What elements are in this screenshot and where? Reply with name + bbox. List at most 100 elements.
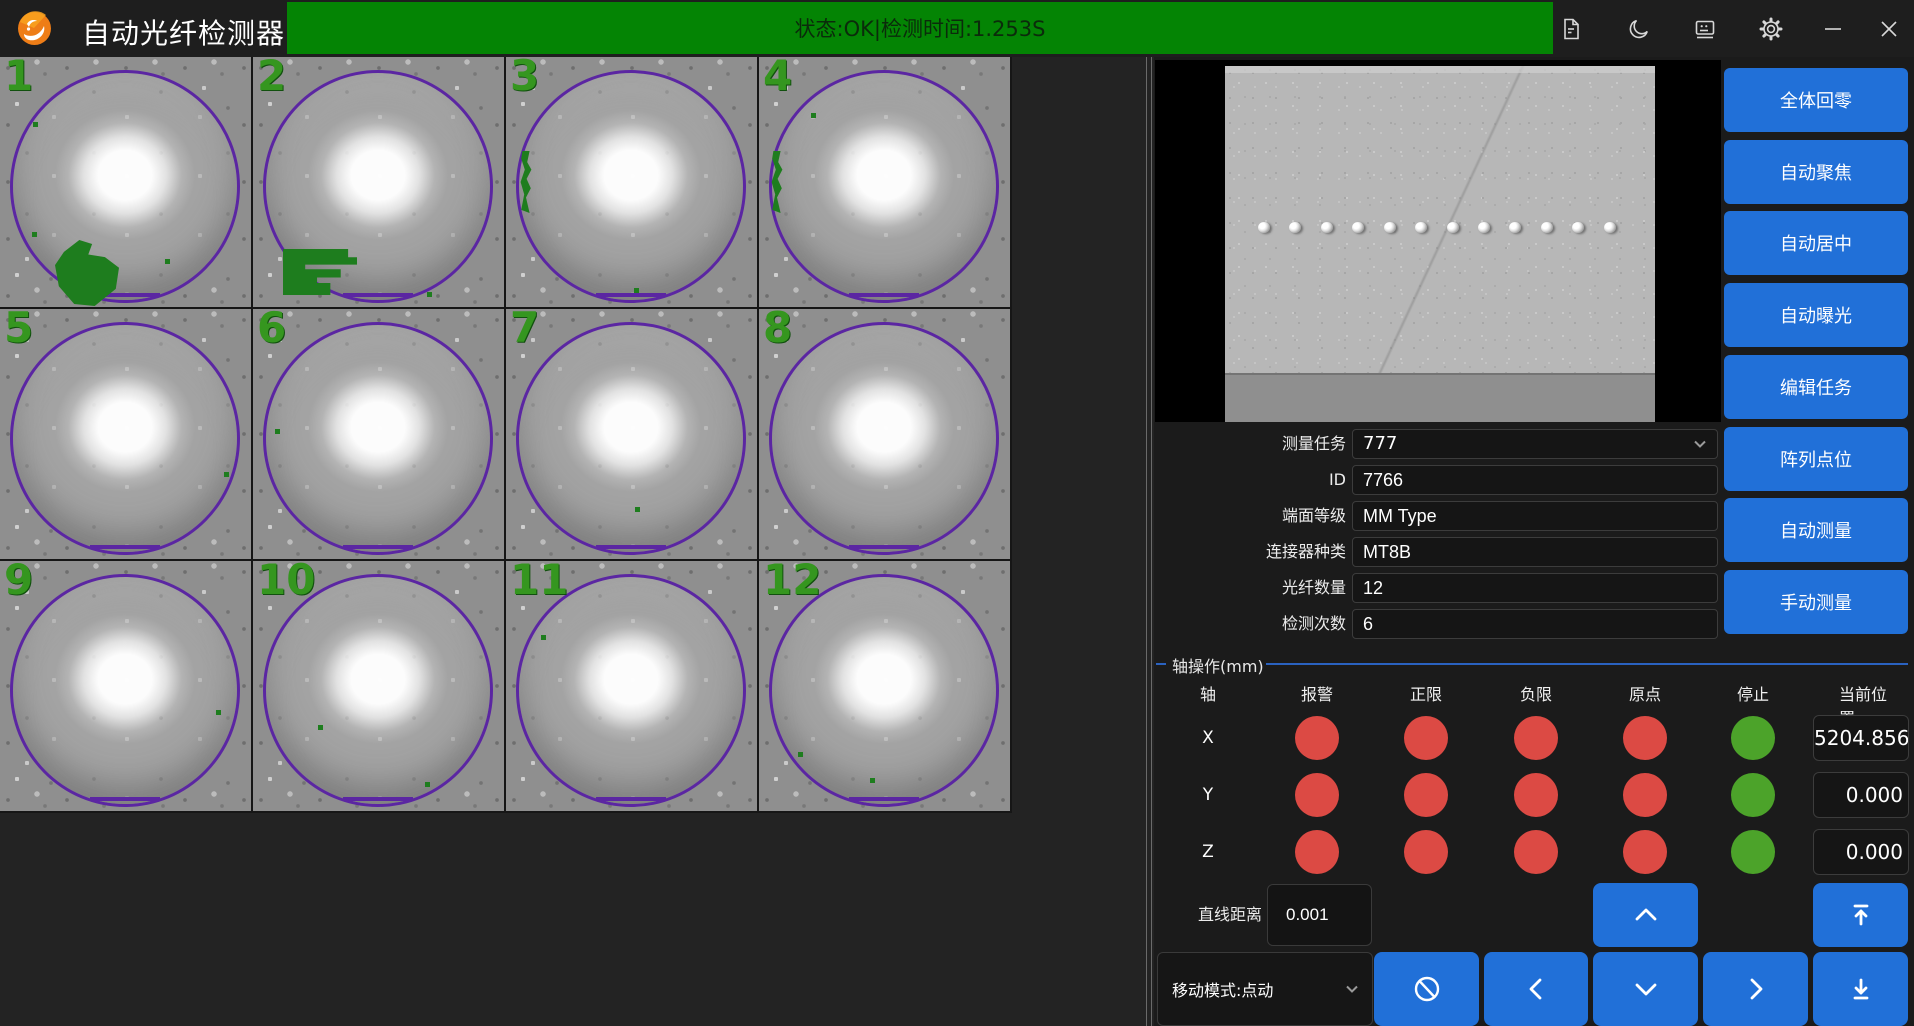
fiber-cell-8[interactable]: 8: [759, 309, 1012, 561]
fiber-cell-12[interactable]: 12: [759, 561, 1012, 813]
fiber-number: 12: [763, 561, 821, 601]
chevron-down-icon: [1632, 975, 1660, 1003]
y-pos-limit-indicator: [1404, 773, 1448, 817]
z-neg-limit-indicator: [1514, 830, 1558, 874]
fiber-cell-5[interactable]: 5: [0, 309, 253, 561]
move-mode-value: 移动模式:点动: [1172, 977, 1273, 1001]
fiber-endface-image: [516, 574, 746, 807]
app-title: 自动光纤检测器: [82, 12, 285, 52]
auto-measure-button[interactable]: 自动测量: [1724, 498, 1908, 562]
axis-group-title: 轴操作(mm): [1172, 653, 1264, 677]
x-position-field[interactable]: 5204.856: [1813, 715, 1909, 761]
z-stop-indicator: [1731, 830, 1775, 874]
chevron-up-icon: [1632, 901, 1660, 929]
fiber-hole: [1604, 222, 1616, 233]
auto-focus-button[interactable]: 自动聚焦: [1724, 140, 1908, 204]
z-origin-indicator: [1623, 830, 1667, 874]
fiber-number: 7: [510, 309, 539, 349]
title-bar: 自动光纤检测器 状态:OK|检测时间:1.253S: [0, 0, 1914, 57]
col-header-origin: 原点: [1629, 681, 1661, 705]
fiber-cell-9[interactable]: 9: [0, 561, 253, 813]
stop-move-button[interactable]: [1374, 952, 1479, 1026]
line-distance-input[interactable]: [1267, 884, 1372, 946]
manual-measure-button[interactable]: 手动测量: [1724, 570, 1908, 634]
task-label: 测量任务: [1160, 429, 1346, 459]
task-dropdown[interactable]: 777: [1352, 429, 1718, 459]
fiber-number: 1: [4, 57, 33, 97]
id-label: ID: [1160, 465, 1346, 495]
fiber-endface-image: [10, 70, 240, 303]
status-bar: 状态:OK|检测时间:1.253S: [287, 2, 1553, 54]
fiber-number: 4: [763, 57, 792, 97]
y-neg-limit-indicator: [1514, 773, 1558, 817]
panel-splitter[interactable]: [1144, 57, 1154, 1026]
jog-right-button[interactable]: [1703, 952, 1808, 1026]
fiber-hole: [1509, 222, 1521, 233]
z-position-field[interactable]: 0.000: [1813, 829, 1909, 875]
x-stop-indicator: [1731, 716, 1775, 760]
fiber-hole: [1289, 222, 1301, 233]
y-origin-indicator: [1623, 773, 1667, 817]
fiber-endface-image: [516, 70, 746, 303]
y-position-field[interactable]: 0.000: [1813, 772, 1909, 818]
jog-to-top-button[interactable]: [1813, 883, 1908, 947]
fiber-cell-10[interactable]: 10: [253, 561, 506, 813]
x-origin-indicator: [1623, 716, 1667, 760]
move-mode-dropdown[interactable]: 移动模式:点动: [1157, 952, 1373, 1026]
auto-center-button[interactable]: 自动居中: [1724, 211, 1908, 275]
fiber-endface-image: [263, 574, 493, 807]
detect-times-field[interactable]: [1352, 609, 1718, 639]
home-all-button[interactable]: 全体回零: [1724, 68, 1908, 132]
close-icon[interactable]: [1876, 16, 1902, 42]
edit-task-button[interactable]: 编辑任务: [1724, 355, 1908, 419]
fiber-endface-grid: 1 2 3 4 5 6 7 8 9: [0, 57, 1014, 813]
fiber-hole: [1447, 222, 1459, 233]
x-alarm-indicator: [1295, 716, 1339, 760]
axis-y-label: Y: [1203, 785, 1213, 805]
endface-grade-field[interactable]: [1352, 501, 1718, 531]
file-icon[interactable]: [1558, 16, 1584, 42]
fiber-cell-11[interactable]: 11: [506, 561, 759, 813]
jog-down-button[interactable]: [1593, 952, 1698, 1026]
jog-to-bottom-button[interactable]: [1813, 952, 1908, 1026]
connector-type-field[interactable]: [1352, 537, 1718, 567]
fiber-number: 5: [4, 309, 33, 349]
arrow-down-to-bar-icon: [1847, 975, 1875, 1003]
fiber-endface-image: [263, 322, 493, 555]
fiber-cell-1[interactable]: 1: [0, 57, 253, 309]
fiber-hole: [1541, 222, 1553, 233]
fiber-endface-image: [10, 322, 240, 555]
fiber-cell-3[interactable]: 3: [506, 57, 759, 309]
fiber-endface-image: [769, 574, 999, 807]
jog-left-button[interactable]: [1484, 952, 1588, 1026]
chevron-down-icon: [1344, 981, 1360, 997]
fiber-number: 11: [510, 561, 568, 601]
x-neg-limit-indicator: [1514, 716, 1558, 760]
fiber-cell-2[interactable]: 2: [253, 57, 506, 309]
fiber-number: 8: [763, 309, 792, 349]
fiber-hole: [1572, 222, 1584, 233]
arrow-up-to-bar-icon: [1847, 901, 1875, 929]
jog-up-button[interactable]: [1593, 883, 1698, 947]
id-field[interactable]: [1352, 465, 1718, 495]
fiber-endface-image: [516, 322, 746, 555]
array-points-button[interactable]: 阵列点位: [1724, 427, 1908, 491]
axis-x-label: X: [1202, 728, 1214, 748]
col-header-axis: 轴: [1200, 681, 1216, 705]
fiber-cell-7[interactable]: 7: [506, 309, 759, 561]
fiber-count-field[interactable]: [1352, 573, 1718, 603]
camera-image: [1225, 66, 1655, 422]
fiber-endface-image: [10, 574, 240, 807]
fiber-cell-4[interactable]: 4: [759, 57, 1012, 309]
settings-icon[interactable]: [1758, 16, 1784, 42]
y-alarm-indicator: [1295, 773, 1339, 817]
fiber-cell-6[interactable]: 6: [253, 309, 506, 561]
virtual-keyboard-icon[interactable]: [1692, 16, 1718, 42]
minimize-icon[interactable]: [1820, 16, 1846, 42]
dark-mode-icon[interactable]: [1626, 16, 1652, 42]
col-header-neg-limit: 负限: [1520, 681, 1552, 705]
auto-exposure-button[interactable]: 自动曝光: [1724, 283, 1908, 347]
status-text: 状态:OK|检测时间:1.253S: [795, 13, 1046, 43]
fiber-endface-image: [769, 70, 999, 303]
fiber-number: 2: [257, 57, 286, 97]
